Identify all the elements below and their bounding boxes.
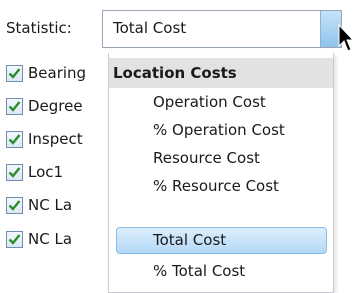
mouse-pointer-icon [338,24,353,52]
list-item-label: Inspect [28,130,83,148]
option-resource-cost[interactable]: Resource Cost [116,145,327,172]
checkbox[interactable] [6,131,23,148]
checkbox[interactable] [6,197,23,214]
option-operation-cost[interactable]: Operation Cost [116,89,327,116]
option-percent-total-cost[interactable]: % Total Cost [116,258,327,285]
checkmark-icon [8,234,21,245]
list-item-label: NC La [28,196,73,214]
list-item-label: Degree [28,97,83,115]
group-header-location-costs: Location Costs [109,58,333,88]
checkmark-icon [8,167,21,178]
checkbox[interactable] [6,65,23,82]
list-item-label: NC La [28,230,73,248]
checkmark-icon [8,101,21,112]
statistic-label: Statistic: [6,19,72,37]
statistic-selected-value: Total Cost [113,19,187,37]
statistic-select[interactable]: Total Cost [102,10,342,48]
option-percent-operation-cost[interactable]: % Operation Cost [116,117,327,144]
statistic-dropdown-menu[interactable]: Location Costs Operation Cost % Operatio… [108,53,334,293]
checkmark-icon [8,68,21,79]
option-percent-resource-cost[interactable]: % Resource Cost [116,173,327,200]
checkbox[interactable] [6,98,23,115]
checkbox[interactable] [6,231,23,248]
option-total-cost[interactable]: Total Cost [116,227,327,254]
checkmark-icon [8,200,21,211]
checkbox[interactable] [6,164,23,181]
list-item-label: Bearing [28,64,87,82]
list-item-label: Loc1 [28,163,64,181]
checkmark-icon [8,134,21,145]
